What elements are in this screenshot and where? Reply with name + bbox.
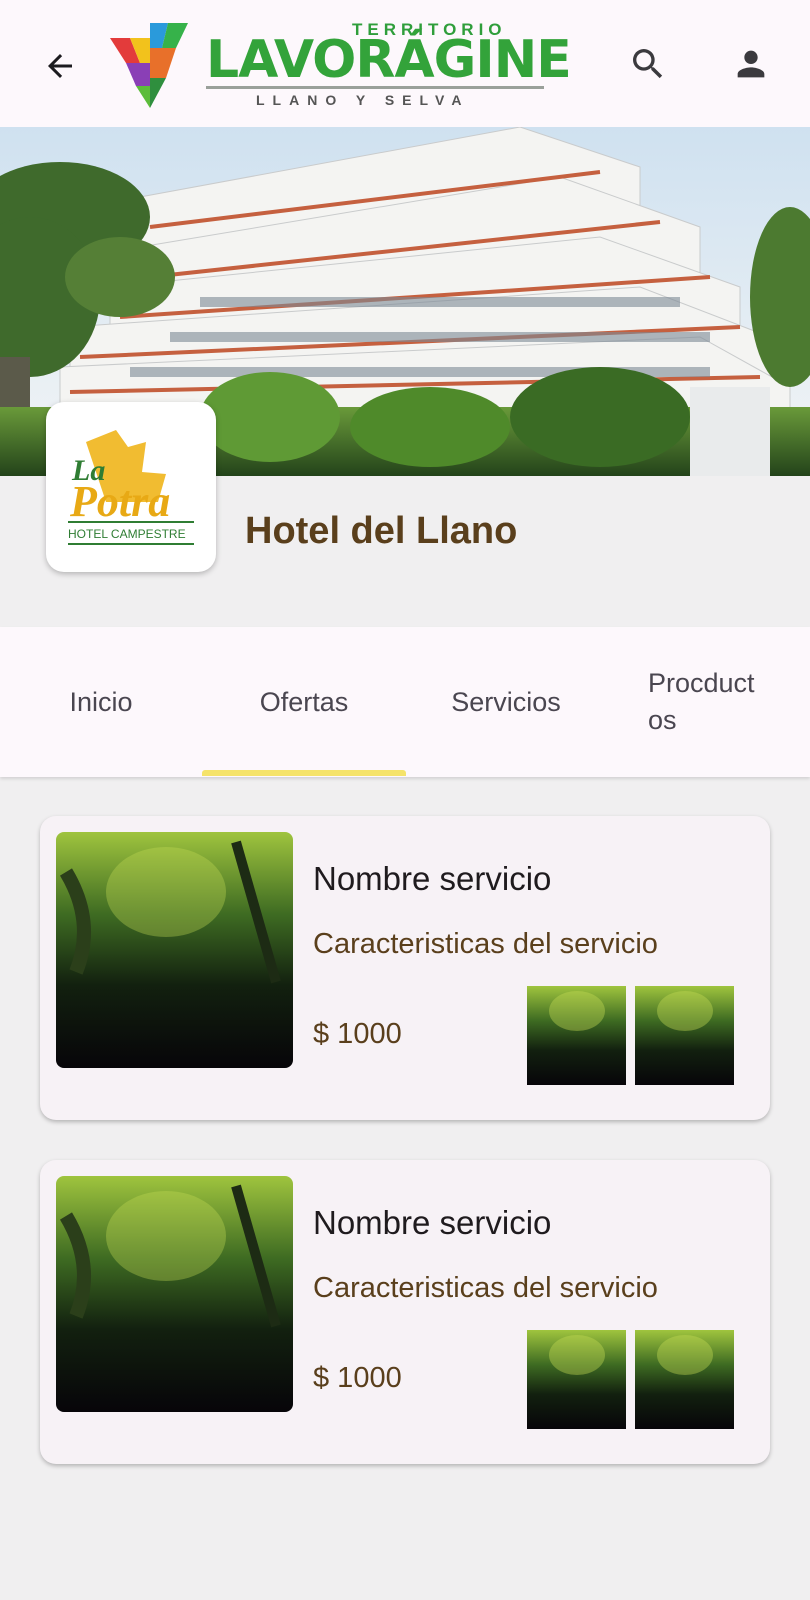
brand-logo[interactable]: TERRITORIO LAVORÁGINE LLANO Y SELVA [110, 18, 572, 110]
tab-bar: Inicio Ofertas Servicios Procduct os [0, 627, 810, 777]
service-card[interactable]: Nombre servicio Caracteristicas del serv… [40, 1160, 770, 1464]
service-description: Caracteristicas del servicio [313, 928, 658, 960]
tab-ofertas[interactable]: Ofertas [202, 627, 406, 777]
la-potra-logo-icon: La Potra HOTEL CAMPESTRE [68, 430, 194, 545]
account-button[interactable] [727, 40, 775, 88]
tab-label: Ofertas [259, 686, 349, 717]
business-name: Hotel del Llano [245, 510, 518, 552]
tab-label: Inicio [69, 686, 133, 717]
brand-main-text: LAVORÁGINE [206, 30, 572, 90]
svg-text:HOTEL CAMPESTRE: HOTEL CAMPESTRE [68, 527, 186, 541]
tab-inicio[interactable]: Inicio [0, 627, 202, 777]
service-image [56, 1176, 293, 1412]
brand-v-icon [110, 23, 188, 108]
tab-label: Procduct os [648, 668, 755, 735]
brand-sub-text: LLANO Y SELVA [256, 92, 470, 108]
service-card[interactable]: Nombre servicio Caracteristicas del serv… [40, 816, 770, 1120]
arrow-back-icon [48, 54, 72, 78]
service-thumbnail[interactable] [635, 986, 734, 1085]
service-thumbnail[interactable] [527, 986, 626, 1085]
brand-divider [206, 86, 544, 89]
service-description: Caracteristicas del servicio [313, 1272, 658, 1304]
service-title: Nombre servicio [313, 1204, 552, 1241]
service-thumbnail[interactable] [527, 1330, 626, 1429]
svg-text:Potra: Potra [69, 477, 170, 526]
tab-servicios[interactable]: Servicios [406, 627, 606, 777]
service-title: Nombre servicio [313, 860, 552, 897]
search-button[interactable] [624, 40, 672, 88]
service-image [56, 832, 293, 1068]
search-icon [633, 49, 663, 79]
tab-productos[interactable]: Procduct os [606, 627, 810, 777]
service-price: $ 1000 [313, 1362, 402, 1394]
tab-label: Servicios [451, 686, 561, 717]
business-logo[interactable]: La Potra HOTEL CAMPESTRE [46, 402, 216, 572]
account-icon [737, 50, 765, 78]
service-price: $ 1000 [313, 1018, 402, 1050]
service-thumbnail[interactable] [635, 1330, 734, 1429]
active-tab-indicator [202, 770, 406, 776]
back-button[interactable] [36, 42, 84, 90]
app-bar: TERRITORIO LAVORÁGINE LLANO Y SELVA [0, 0, 810, 127]
